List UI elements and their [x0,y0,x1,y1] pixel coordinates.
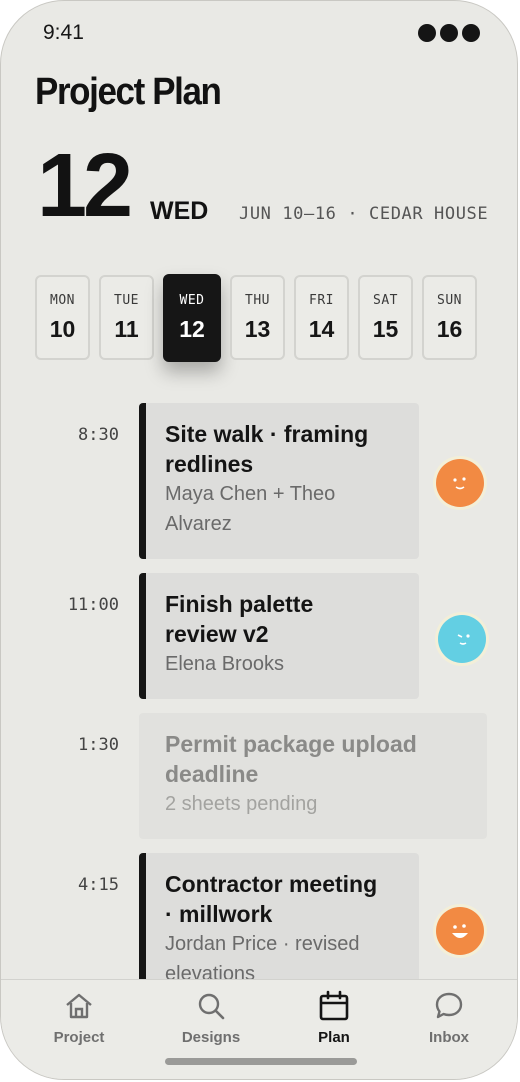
day-chip-date: 14 [308,316,335,342]
event-time: 1:30 [78,735,119,755]
event-title-line: · millwork [165,901,273,927]
chat-bubble-icon [435,992,463,1019]
tab-label: Designs [181,1029,241,1046]
day-chip-date: 10 [49,316,76,342]
event-time: 4:15 [78,875,119,895]
day-chip-date: 12 [179,316,205,342]
day-chip-wed[interactable]: WED 12 [163,274,221,362]
event-card-site-walk[interactable]: Site walk · framing redlines Maya Chen +… [139,403,419,559]
status-time: 9:41 [43,21,84,44]
event-time: 11:00 [67,595,119,615]
day-chip-date: 13 [244,316,271,342]
event-subtitle-line: Maya Chen + Theo [165,483,336,505]
week-strip: MON 10 TUE 11 WED 12 THU 13 FRI 14 SAT 1… [35,274,477,362]
avatar[interactable] [438,615,486,663]
day-chip-date: 16 [436,316,463,342]
selected-day-of-week: WED [150,197,209,225]
event-title-line: review v2 [165,621,269,647]
avatar-face [436,907,484,955]
event-card-permit-deadline[interactable]: Permit package upload deadline 2 sheets … [139,713,487,839]
tab-label: Inbox [429,1029,469,1046]
day-chip-dow: TUE [114,293,139,308]
calendar-icon [319,990,349,1021]
day-chip-dow: SAT [373,293,398,308]
event-subtitle-line: Alvarez [165,513,232,535]
tab-plan[interactable]: Plan [284,990,384,1046]
tab-inbox[interactable]: Inbox [399,990,499,1046]
day-chip-tue[interactable]: TUE 11 [99,275,154,360]
event-subtitle-line: Jordan Price · revised [165,933,360,955]
event-title-line: Site walk · framing [165,421,369,447]
status-indicators [418,24,480,42]
event-title-line: Contractor meeting [165,871,378,897]
status-dot [418,24,436,42]
avatar-face [436,459,484,507]
event-title-line: Finish palette [165,591,314,617]
event-subtitle-line: 2 sheets pending [165,793,318,815]
day-chip-mon[interactable]: MON 10 [35,275,90,360]
day-chip-dow: MON [50,293,75,308]
tab-label: Plan [318,1029,350,1046]
day-chip-dow: FRI [309,293,334,308]
phone-frame: 9:41 Project Plan 12 WED JUN 10–16 · CED… [0,0,518,1080]
day-chip-dow: THU [245,293,270,308]
event-subtitle-line: Elena Brooks [165,653,284,675]
avatar[interactable] [436,907,484,955]
event-title-line: Permit package upload [165,731,417,757]
event-title-line: redlines [165,451,254,477]
tab-label: Project [53,1029,105,1046]
event-time: 8:30 [78,425,119,445]
page-title: Project Plan [35,71,222,113]
search-icon [198,993,225,1020]
day-chip-sun[interactable]: SUN 16 [422,275,477,360]
tab-designs[interactable]: Designs [161,990,261,1046]
selected-day-number: 12 [37,136,133,236]
day-chip-date: 15 [372,316,399,342]
date-range-project: JUN 10–16 · CEDAR HOUSE [239,204,489,224]
status-dot [462,24,480,42]
home-icon [66,993,92,1019]
day-chip-dow: WED [179,293,205,308]
day-chip-date: 11 [114,316,139,342]
day-chip-thu[interactable]: THU 13 [230,275,285,360]
day-chip-dow: SUN [437,293,462,308]
tab-project[interactable]: Project [29,990,129,1046]
status-dot [440,24,458,42]
day-chip-fri[interactable]: FRI 14 [294,275,349,360]
avatar[interactable] [436,459,484,507]
event-card-palette-review[interactable]: Finish palette review v2 Elena Brooks [139,573,419,699]
home-indicator[interactable] [165,1058,357,1065]
day-chip-sat[interactable]: SAT 15 [358,275,413,360]
avatar-face [438,615,486,663]
event-title-line: deadline [165,761,259,787]
